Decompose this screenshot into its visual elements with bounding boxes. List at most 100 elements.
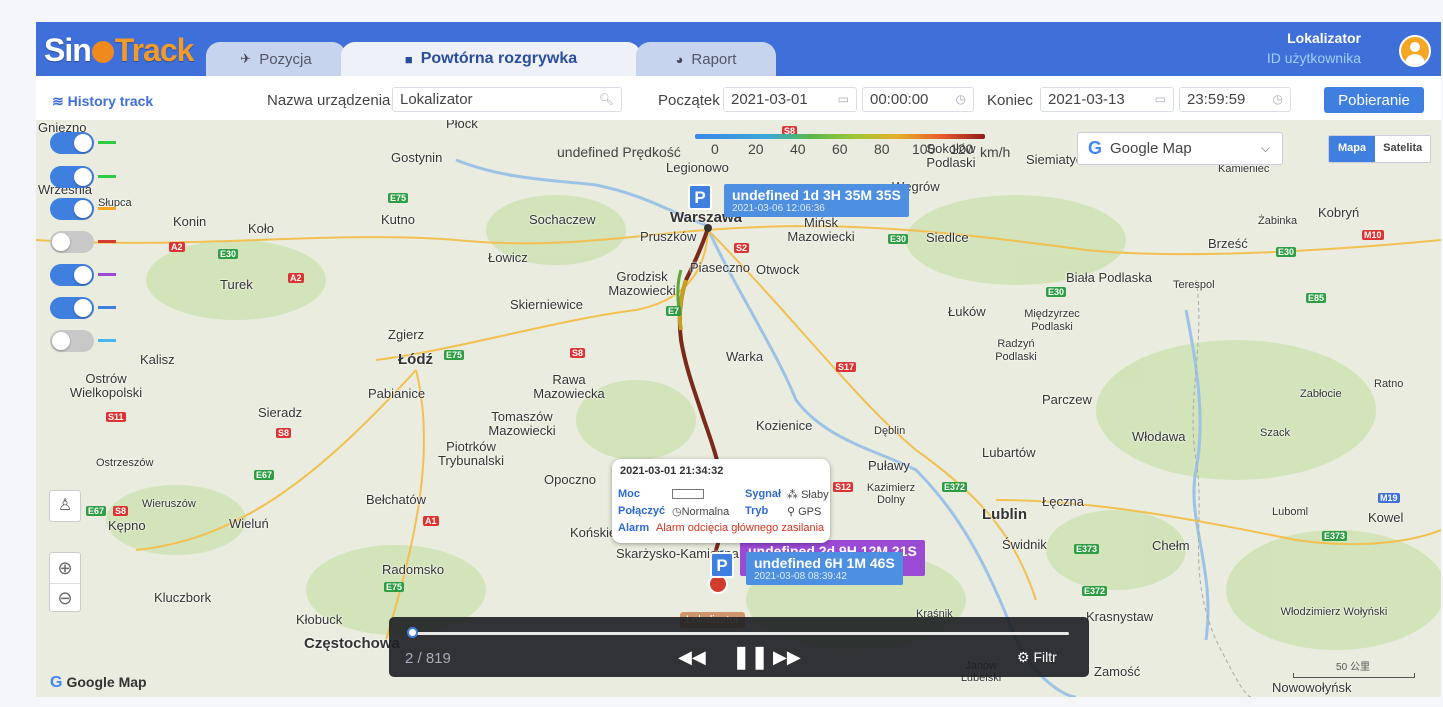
city-label: Międzyrzec Podlaski <box>1024 308 1080 333</box>
logo-dot-icon <box>91 41 114 63</box>
clock-icon: ◷ <box>1272 92 1283 106</box>
fast-forward-button[interactable]: ▶▶ <box>773 647 801 668</box>
avatar-body <box>1405 54 1425 65</box>
popup-mode-label: Tryb <box>745 505 769 517</box>
pause-button[interactable]: ❚❚ <box>732 644 769 670</box>
playback-progress-track[interactable] <box>409 632 1069 635</box>
zoom-in-button[interactable]: ⊕ <box>50 553 80 584</box>
road-sign: A1 <box>423 516 439 526</box>
popup-connect: ◷Normalna <box>672 505 729 518</box>
map-type-map-button[interactable]: Mapa <box>1329 136 1376 162</box>
layer-toggle-2[interactable] <box>50 166 116 188</box>
search-icon[interactable]: 🔍︎ <box>599 92 614 106</box>
road-sign: E30 <box>888 234 909 244</box>
parking-marker[interactable]: P <box>688 184 712 210</box>
avatar-head <box>1410 42 1420 52</box>
calendar-icon: ▭ <box>1154 92 1166 106</box>
calendar-icon: ▭ <box>837 92 849 106</box>
city-label: Ostrów Wielkopolski <box>69 371 143 400</box>
city-label: Siedlce <box>926 230 969 245</box>
city-label: Kutno <box>381 212 415 227</box>
toggle-knob <box>74 299 92 317</box>
toggle-knob <box>74 134 92 152</box>
city-label: Łuków <box>948 304 986 319</box>
user-id-link[interactable]: ID użytkownika <box>1267 50 1361 66</box>
popup-mode: ⚲ GPS <box>787 505 821 518</box>
layer-toggle-4[interactable] <box>50 231 116 253</box>
scale-label: 50 公里 <box>1336 662 1370 673</box>
layer-toggle-3[interactable] <box>50 198 116 220</box>
city-label: Nowowołyńsk <box>1272 680 1352 695</box>
start-time-input[interactable]: 00:00:00 ◷ <box>862 87 974 112</box>
city-label: Łęczna <box>1042 494 1084 509</box>
city-label: Luboml <box>1272 506 1309 518</box>
road-sign: S8 <box>276 428 292 438</box>
tab-powtorna-rozgrywka[interactable]: ■ Powtórna rozgrywka <box>341 42 641 76</box>
history-track-label: ≋ History track <box>52 93 153 110</box>
parking-time: 2021-03-08 08:39:42 <box>754 571 847 582</box>
download-button[interactable]: Pobieranie <box>1324 87 1424 113</box>
end-time-input[interactable]: 23:59:59 ◷ <box>1179 87 1291 112</box>
zoom-controls: ⊕ ⊖ <box>49 552 81 612</box>
road-sign: M10 <box>1362 230 1384 240</box>
city-label: Łowicz <box>488 250 528 265</box>
road-sign: E75 <box>384 582 405 592</box>
zoom-out-button[interactable]: ⊖ <box>50 584 80 613</box>
map-provider-value: Google Map <box>1110 140 1192 157</box>
layers-icon: ≋ <box>52 93 64 109</box>
layer-toggle-7[interactable] <box>50 330 116 352</box>
tab-raport[interactable]: ◕ Raport <box>636 42 776 76</box>
popup-alarm-value: Alarm odcięcia głównego zasilania <box>656 522 825 534</box>
layer-toggle-6[interactable] <box>50 297 116 319</box>
city-label: Ostrzeszów <box>96 457 154 469</box>
city-label: Koło <box>248 221 275 236</box>
popup-signal-label: Sygnał <box>745 488 782 500</box>
city-label: Biała Podlaska <box>1066 270 1152 285</box>
gear-icon: ⚙ <box>1017 649 1030 665</box>
start-time-value: 00:00:00 <box>870 91 929 108</box>
map-type-satellite-button[interactable]: Satelita <box>1375 136 1431 162</box>
parking-duration: undefined 6H 1M 46S <box>754 555 895 571</box>
city-label: Żabinka <box>1258 215 1298 227</box>
city-label: Parczew <box>1042 392 1092 407</box>
road-sign: E373 <box>1074 544 1100 554</box>
tab-pozycja[interactable]: ✈ Pozycja <box>206 42 346 76</box>
minus-icon: ⊖ <box>57 588 73 608</box>
clock-icon: ◷ <box>672 506 682 518</box>
google-g-icon: G <box>50 674 63 691</box>
road-sign: S11 <box>106 412 126 422</box>
city-label: Radomsko <box>382 562 445 577</box>
city-label: Sochaczew <box>529 212 596 227</box>
layer-toggle-1[interactable] <box>50 132 116 154</box>
city-label: Zabłocie <box>1300 388 1342 400</box>
popup-signal-value: Słaby <box>801 489 829 501</box>
road-sign: E373 <box>1322 531 1348 541</box>
rewind-button[interactable]: ◀◀ <box>678 647 706 668</box>
device-name-input[interactable]: Lokalizator 🔍︎ <box>392 87 622 112</box>
road-sign: E75 <box>388 193 409 203</box>
map-scale: 50 公里 <box>1293 658 1415 678</box>
filter-button[interactable]: ⚙ Filtr <box>1017 649 1057 666</box>
popup-connect-value: Normalna <box>681 506 730 518</box>
parking-marker[interactable]: P <box>710 552 734 578</box>
popup-signal: ⁂ Słaby <box>787 488 829 501</box>
end-date-input[interactable]: 2021-03-13 ▭ <box>1040 87 1174 112</box>
city-label: Konin <box>173 214 207 229</box>
scale-bar <box>1293 673 1415 678</box>
end-label: Koniec <box>987 92 1033 109</box>
road-sign: E30 <box>1276 247 1297 257</box>
road-sign: S8 <box>113 506 129 516</box>
point-info-popup: 2021-03-01 21:34:32 Moc Sygnał ⁂ Słaby P… <box>612 459 830 543</box>
city-label: Radzyń Podlaski <box>995 338 1037 363</box>
layer-toggle-5[interactable] <box>50 264 116 286</box>
start-date-input[interactable]: 2021-03-01 ▭ <box>723 87 857 112</box>
road-sign: E30 <box>1046 287 1067 297</box>
avatar[interactable] <box>1399 35 1431 67</box>
playback-progress-thumb[interactable] <box>406 627 418 638</box>
popup-connect-label: Połączyć <box>618 505 666 517</box>
map-provider-select[interactable]: G Google Map ⌵ <box>1077 132 1283 165</box>
street-view-button[interactable]: ♙ <box>49 490 81 522</box>
city-label: Wieruszów <box>142 498 196 510</box>
map-canvas[interactable]: Gniezno Września Słupca Konin Koło Gosty… <box>36 120 1441 697</box>
city-label: Końskie <box>570 525 617 540</box>
